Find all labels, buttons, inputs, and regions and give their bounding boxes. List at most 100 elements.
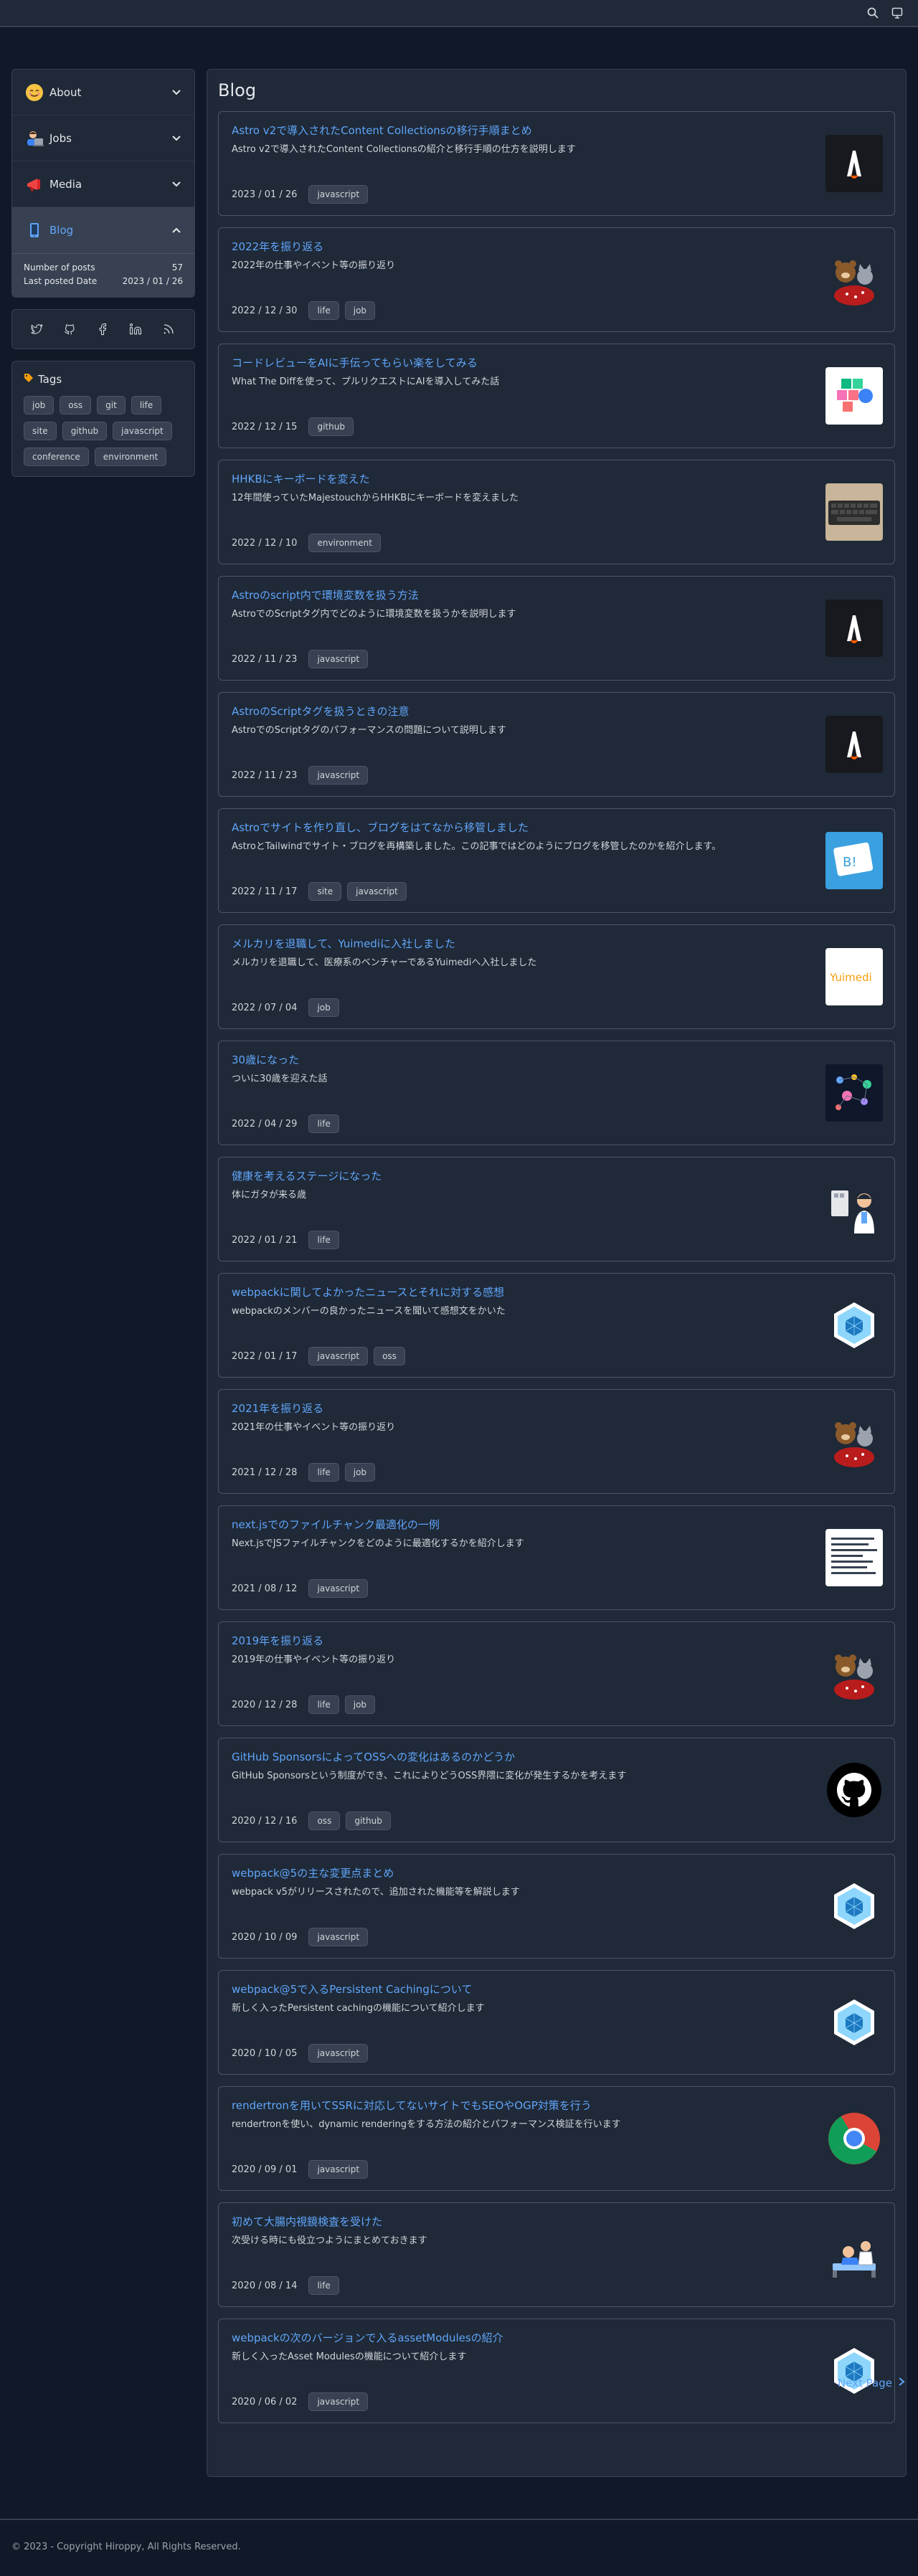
facebook-icon[interactable] [95,322,110,336]
post-date: 2020 / 08 / 14 [232,2280,298,2291]
post-card[interactable]: GitHub SponsorsによってOSSへの変化はあるのかどうか GitHub… [218,1738,895,1842]
post-title[interactable]: AstroのScriptタグを扱うときの注意 [232,704,881,719]
tag-chip[interactable]: github [62,422,108,440]
top-bar [0,0,918,27]
post-tag[interactable]: job [344,1695,376,1714]
post-card[interactable]: webpackに関してよかったニュースとそれに対する感想 webpackのメンバー… [218,1273,895,1378]
post-tag[interactable]: job [344,301,376,320]
tag-chip[interactable]: oss [60,396,92,415]
tag-chip[interactable]: git [97,396,126,415]
post-title[interactable]: rendertronを用いてSSRに対応してないサイトでもSEOやOGP対策を行… [232,2098,881,2113]
post-date: 2022 / 11 / 17 [232,886,298,897]
post-tag[interactable]: job [308,998,339,1017]
post-title[interactable]: Astroでサイトを作り直し、ブログをはてなから移管しました [232,820,881,835]
post-card[interactable]: コードレビューをAIに手伝ってもらい楽をしてみる What The Diffを使っ… [218,344,895,448]
post-title[interactable]: webpackの次のバージョンで入るassetModulesの紹介 [232,2331,881,2345]
post-card[interactable]: Astroのscript内で環境変数を扱う方法 AstroでのScriptタグ内で… [218,576,895,681]
post-card[interactable]: webpack@5の主な変更点まとめ webpack v5がリリースされたので、追… [218,1854,895,1959]
post-card[interactable]: メルカリを退職して、Yuimediに入社しました メルカリを退職して、医療系のベン… [218,924,895,1029]
post-tag[interactable]: javascript [308,2160,369,2179]
post-description: 12年間使っていたMajestouchからHHKBにキーボードを変えました [232,493,519,503]
post-title[interactable]: コードレビューをAIに手伝ってもらい楽をしてみる [232,356,881,370]
post-title[interactable]: 2022年を振り返る [232,240,881,254]
network-map-image [825,1064,883,1122]
post-title[interactable]: next.jsでのファイルチャンク最適化の一例 [232,1517,881,1532]
post-tag[interactable]: javascript [308,2044,369,2063]
post-card[interactable]: Astroでサイトを作り直し、ブログをはてなから移管しました AstroとTail… [218,808,895,913]
doctor-illustration [825,1180,883,1238]
sidebar: About Jobs Media Blog Number of posts 57 [11,69,195,477]
search-icon[interactable] [865,5,881,21]
post-tag[interactable]: life [308,301,339,320]
post-card[interactable]: 初めて大腸内視鏡検査を受けた 次受ける時にも役立つようにまとめておきます 2020 … [218,2202,895,2307]
post-description: webpackのメンバーの良かったニュースを聞いて感想文をかいた [232,1306,506,1317]
linkedin-icon[interactable] [128,322,143,336]
post-tag[interactable]: job [344,1463,376,1482]
post-tag[interactable]: javascript [308,2392,369,2411]
post-title[interactable]: GitHub SponsorsによってOSSへの変化はあるのかどうか [232,1750,881,1764]
tag-chip[interactable]: javascript [113,422,172,440]
post-tag[interactable]: site [308,882,342,901]
twitter-icon[interactable] [29,322,44,336]
post-title[interactable]: 初めて大腸内視鏡検査を受けた [232,2215,881,2229]
sidebar-item-media[interactable]: Media [12,161,194,207]
post-tag[interactable]: javascript [308,650,369,668]
post-description: 2022年の仕事やイベント等の振り返り [232,260,396,271]
post-card[interactable]: 健康を考えるステージになった 体にガタが来る歳 2022 / 01 / 21 life [218,1157,895,1261]
post-title[interactable]: Astroのscript内で環境変数を扱う方法 [232,588,881,602]
post-title[interactable]: HHKBにキーボードを変えた [232,472,881,486]
post-card[interactable]: 30歳になった ついに30歳を迎えた話 2022 / 04 / 29 life [218,1041,895,1145]
post-card[interactable]: rendertronを用いてSSRに対応してないサイトでもSEOやOGP対策を行… [218,2086,895,2191]
sidebar-item-blog[interactable]: Blog [12,207,194,253]
post-tag[interactable]: github [346,1812,391,1830]
post-card[interactable]: 2022年を振り返る 2022年の仕事やイベント等の振り返り 2022 / 12 /… [218,227,895,332]
post-date: 2022 / 11 / 23 [232,653,298,665]
post-tag[interactable]: life [308,1695,339,1714]
post-tag[interactable]: life [308,1231,339,1249]
tag-chip[interactable]: job [24,396,55,415]
post-tag[interactable]: javascript [308,1347,369,1365]
post-title[interactable]: Astro v2で導入されたContent Collectionsの移行手順まと… [232,123,881,138]
post-tag[interactable]: javascript [308,1579,369,1598]
post-tag[interactable]: javascript [308,766,369,785]
post-title[interactable]: メルカリを退職して、Yuimediに入社しました [232,937,881,951]
post-card[interactable]: webpack@5で入るPersistent Cachingについて 新しく入った… [218,1970,895,2075]
post-title[interactable]: 30歳になった [232,1053,881,1067]
github-icon[interactable] [62,322,77,336]
post-card[interactable]: 2021年を振り返る 2021年の仕事やイベント等の振り返り 2021 / 12 /… [218,1389,895,1494]
post-card[interactable]: HHKBにキーボードを変えた 12年間使っていたMajestouchからHHKBに… [218,460,895,564]
post-tag[interactable]: life [308,1114,339,1133]
post-title[interactable]: 2021年を振り返る [232,1401,881,1416]
tag-chip[interactable]: site [24,422,57,440]
post-card[interactable]: next.jsでのファイルチャンク最適化の一例 Next.jsでJSファイルチャン… [218,1505,895,1610]
post-card[interactable]: 2019年を振り返る 2019年の仕事やイベント等の振り返り 2020 / 12 /… [218,1621,895,1726]
rss-icon[interactable] [161,322,176,336]
post-title[interactable]: webpackに関してよかったニュースとそれに対する感想 [232,1285,881,1299]
sidebar-item-about[interactable]: About [12,70,194,115]
post-tag[interactable]: life [308,2276,339,2295]
post-date: 2022 / 12 / 30 [232,305,298,316]
post-card[interactable]: AstroのScriptタグを扱うときの注意 AstroでのScriptタグのパフ… [218,692,895,797]
post-tag[interactable]: javascript [308,185,369,204]
post-title[interactable]: 2019年を振り返る [232,1634,881,1648]
tag-chip[interactable]: life [131,396,162,415]
tag-chip[interactable]: conference [24,448,89,466]
post-tag[interactable]: life [308,1463,339,1482]
post-title[interactable]: webpack@5で入るPersistent Cachingについて [232,1982,881,1997]
post-tag[interactable]: github [308,417,354,436]
post-tag[interactable]: environment [308,534,381,552]
post-tag[interactable]: javascript [347,882,407,901]
sidebar-item-jobs[interactable]: Jobs [12,115,194,161]
post-tag[interactable]: oss [374,1347,405,1365]
post-tag[interactable]: javascript [308,1928,369,1946]
post-title[interactable]: 健康を考えるステージになった [232,1169,881,1183]
post-meta: 2020 / 10 / 09 javascript [232,1928,369,1946]
next-page-link[interactable]: Next Page [838,2377,905,2390]
post-title[interactable]: webpack@5の主な変更点まとめ [232,1866,881,1880]
post-tag[interactable]: oss [308,1812,341,1830]
sidebar-item-label: Media [49,177,82,191]
tag-chip[interactable]: environment [94,448,167,466]
post-card[interactable]: webpackの次のバージョンで入るassetModulesの紹介 新しく入ったA… [218,2319,895,2423]
post-card[interactable]: Astro v2で導入されたContent Collectionsの移行手順まと… [218,111,895,216]
theme-toggle-icon[interactable] [889,5,905,21]
